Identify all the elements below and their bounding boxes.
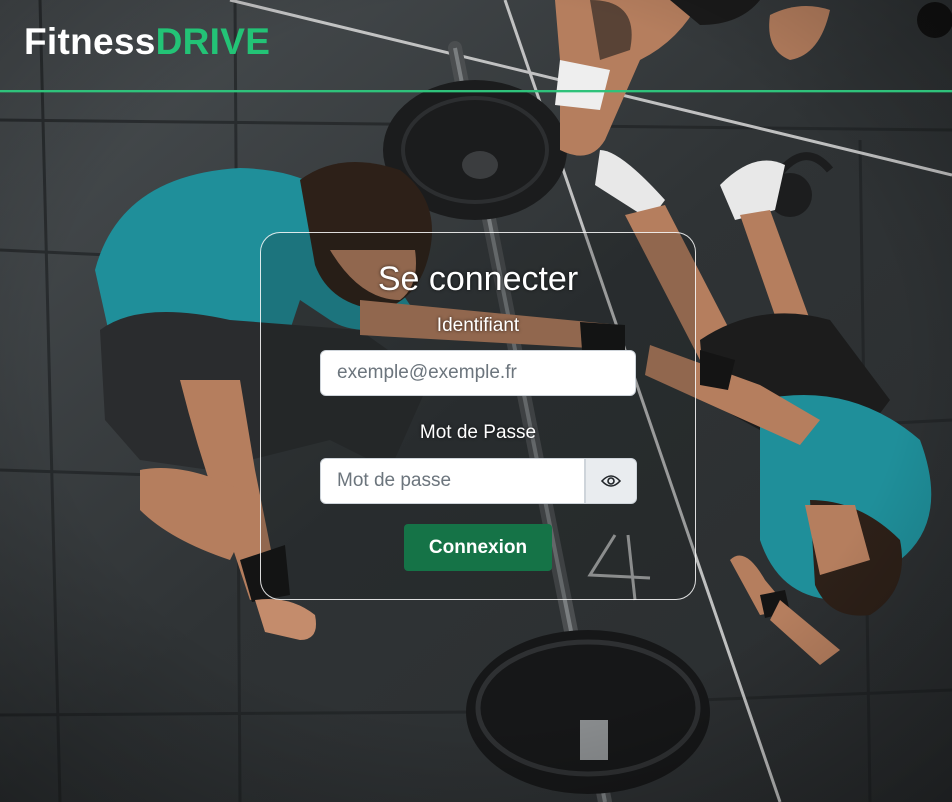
- brand-name-fitness: Fitness: [24, 21, 156, 62]
- navbar: FitnessDRIVE: [0, 0, 952, 92]
- password-label: Mot de Passe: [419, 422, 537, 443]
- password-input[interactable]: [320, 458, 585, 504]
- login-page: FitnessDRIVE Se connecter Identifiant Mo…: [0, 0, 952, 802]
- identifier-input[interactable]: [320, 350, 636, 396]
- eye-icon: [601, 475, 621, 487]
- login-submit-button[interactable]: Connexion: [404, 524, 552, 571]
- login-form: Se connecter Identifiant Mot de Passe Co…: [260, 232, 696, 600]
- toggle-password-visibility-button[interactable]: [585, 458, 637, 504]
- brand-logo[interactable]: FitnessDRIVE: [24, 20, 270, 64]
- identifier-label: Identifiant: [436, 315, 520, 336]
- brand-name-drive: DRIVE: [155, 21, 271, 62]
- login-title: Se connecter: [377, 260, 579, 298]
